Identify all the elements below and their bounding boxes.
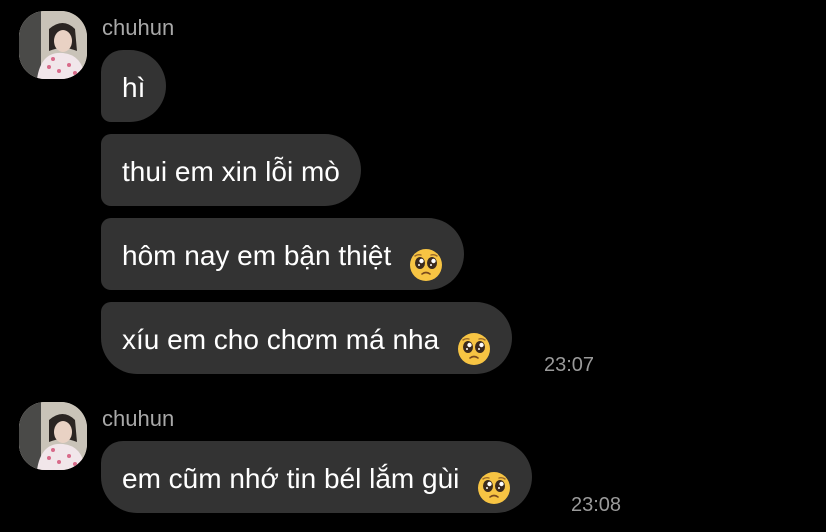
chat-thread: chuhun hì thui em xin lỗi mò hôm nay em …	[0, 0, 826, 532]
message-text: thui em xin lỗi mò	[122, 155, 340, 187]
pleading-face-icon	[457, 321, 491, 365]
avatar[interactable]	[19, 402, 87, 470]
message-bubble[interactable]: thui em xin lỗi mò	[101, 134, 361, 206]
message-timestamp: 23:08	[571, 494, 622, 516]
message-timestamp: 23:07	[544, 354, 595, 376]
message-bubble[interactable]: hôm nay em bận thiệt	[101, 218, 465, 290]
message-text: xíu em cho chơm má nha	[122, 323, 440, 355]
message-text: em cũm nhớ tin bél lắm gùi	[122, 462, 460, 494]
message-bubble[interactable]: xíu em cho chơm má nha	[101, 302, 512, 374]
pleading-face-icon	[409, 237, 443, 281]
message-text: hôm nay em bận thiệt	[122, 239, 392, 271]
sender-name: chuhun	[102, 406, 175, 431]
pleading-face-icon	[477, 460, 511, 504]
sender-name: chuhun	[102, 15, 175, 40]
avatar[interactable]	[19, 11, 87, 79]
message-text: hì	[122, 71, 146, 103]
message-bubble[interactable]: em cũm nhớ tin bél lắm gùi	[101, 441, 533, 513]
message-bubble[interactable]: hì	[101, 50, 167, 122]
